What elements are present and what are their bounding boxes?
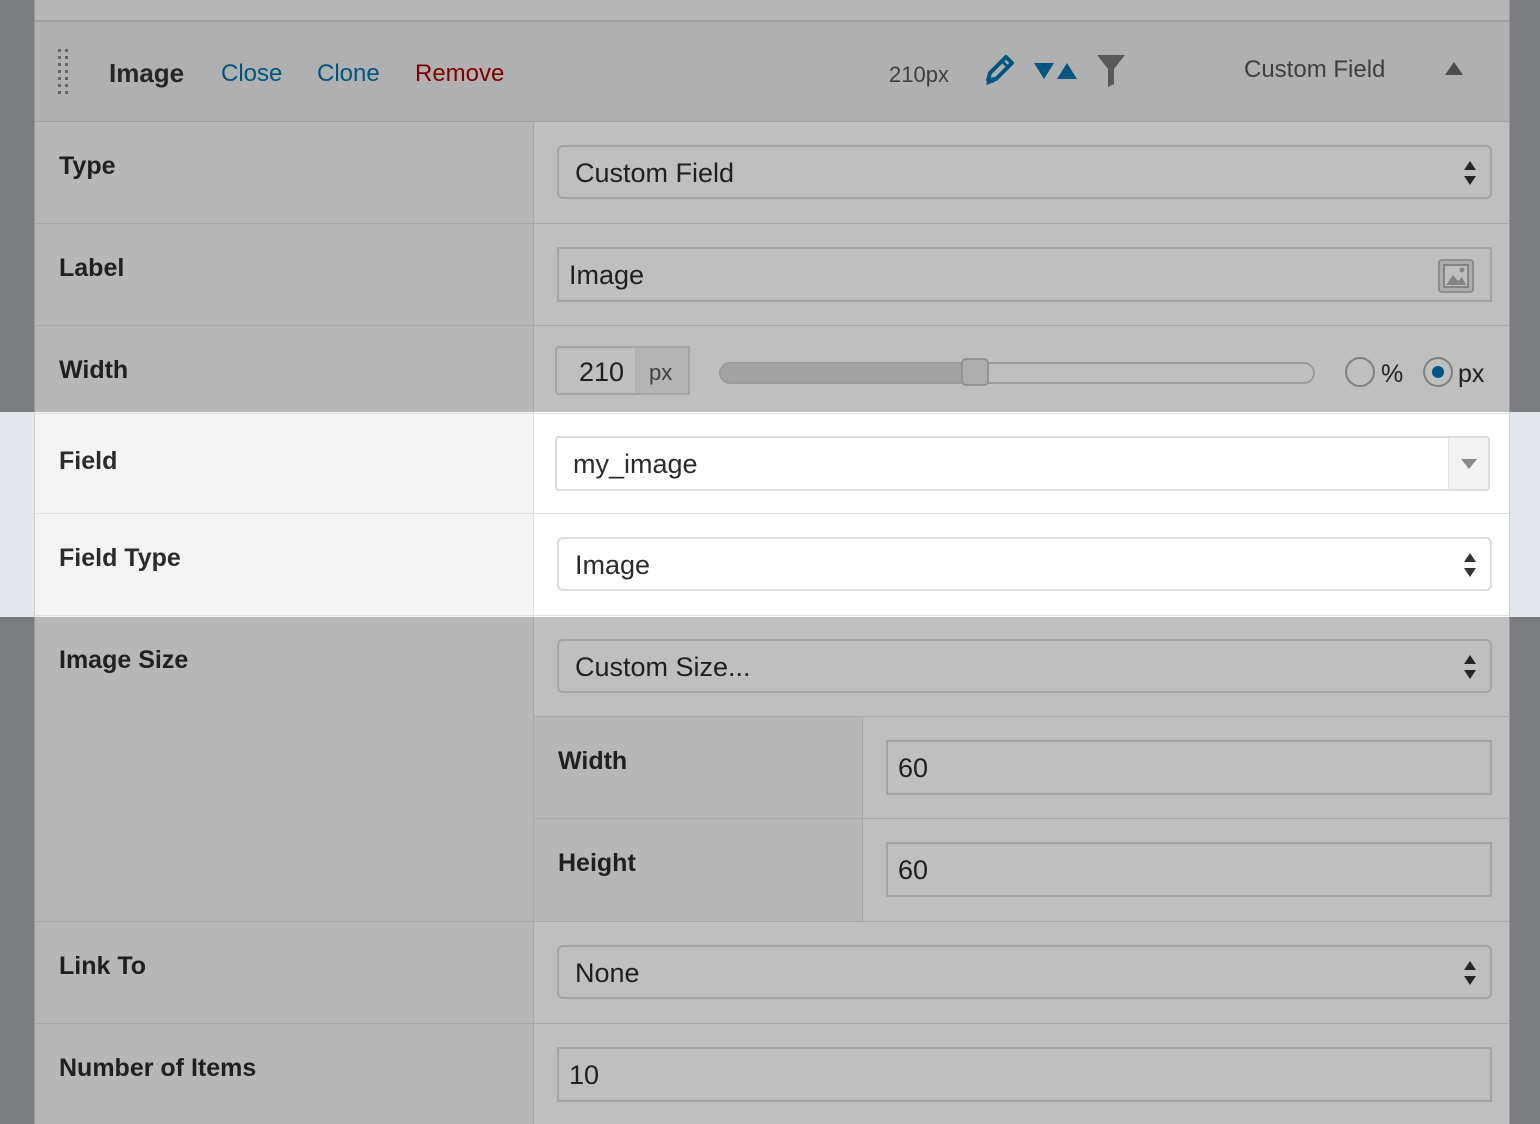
field-select[interactable]: my_image (555, 436, 1490, 491)
label-input[interactable]: Image (557, 247, 1492, 302)
custom-width-input[interactable]: 60 (886, 740, 1492, 795)
number-of-items-label: Number of Items (59, 1054, 257, 1082)
image-size-label: Image Size (59, 646, 189, 674)
drag-handle-icon[interactable] (58, 49, 70, 94)
custom-width-label: Width (558, 747, 628, 775)
width-slider-track[interactable] (719, 362, 1315, 384)
field-type-label: Field Type (59, 544, 181, 572)
custom-height-row: Height 60 (534, 819, 1510, 921)
number-of-items-row: Number of Items 10 (35, 1024, 1509, 1124)
type-row: Type Custom Field (35, 122, 1509, 224)
field-type-row: Field Type Image (35, 514, 1509, 616)
sort-icon[interactable] (1033, 60, 1079, 82)
custom-width-row: Width 60 (534, 717, 1510, 819)
width-number-input[interactable]: 210 (555, 346, 637, 395)
width-slider-handle[interactable] (961, 358, 990, 386)
filter-icon[interactable] (1095, 52, 1127, 88)
width-unit-addon: px (635, 346, 690, 395)
unit-px-label: px (1458, 360, 1485, 388)
link-to-label: Link To (59, 952, 147, 980)
select-arrows-icon (1464, 553, 1476, 577)
select-arrows-icon (1464, 161, 1476, 185)
type-label: Type (59, 152, 116, 180)
custom-height-label: Height (558, 849, 636, 877)
image-size-select[interactable]: Custom Size... (557, 639, 1492, 693)
column-settings-panel: Image Close Clone Remove 210px Custom Fi… (34, 0, 1510, 1124)
unit-percent-radio[interactable] (1345, 357, 1375, 387)
column-type-indicator: Custom Field (1244, 56, 1386, 83)
top-strip (35, 0, 1509, 22)
field-row: Field my_image (35, 414, 1509, 514)
link-to-row: Link To None (35, 922, 1509, 1024)
label-row: Label Image (35, 224, 1509, 326)
radio-checked-dot (1432, 366, 1444, 378)
link-to-select[interactable]: None (557, 945, 1492, 999)
column-header: Image Close Clone Remove 210px Custom Fi… (35, 22, 1509, 122)
column-title: Image (109, 58, 185, 88)
width-slider-fill (721, 364, 976, 382)
unit-px-radio[interactable] (1423, 357, 1453, 387)
edit-pencil-icon[interactable] (981, 52, 1019, 90)
close-link[interactable]: Close (221, 60, 282, 88)
image-size-row: Image Size Custom Size... Width 60 Heigh… (35, 616, 1510, 922)
collapse-toggle-icon[interactable] (1445, 62, 1463, 75)
select-arrows-icon (1464, 655, 1476, 679)
custom-size-group: Width 60 Height 60 (534, 716, 1510, 922)
label-label: Label (59, 254, 125, 282)
field-type-select[interactable]: Image (557, 537, 1492, 591)
width-row: Width 210 px % px (35, 326, 1509, 414)
type-select[interactable]: Custom Field (557, 145, 1492, 199)
width-label: Width (59, 356, 129, 384)
number-of-items-input[interactable]: 10 (557, 1047, 1492, 1102)
custom-height-input[interactable]: 60 (886, 842, 1492, 897)
field-label: Field (59, 447, 118, 475)
field-dropdown-button[interactable] (1448, 438, 1488, 489)
select-arrows-icon (1464, 961, 1476, 985)
clone-link[interactable]: Clone (317, 60, 380, 88)
column-width-indicator: 210px (889, 62, 949, 87)
unit-percent-label: % (1381, 360, 1404, 388)
chevron-down-icon (1461, 459, 1477, 469)
remove-link[interactable]: Remove (415, 60, 504, 88)
image-picker-icon[interactable] (1438, 259, 1474, 293)
